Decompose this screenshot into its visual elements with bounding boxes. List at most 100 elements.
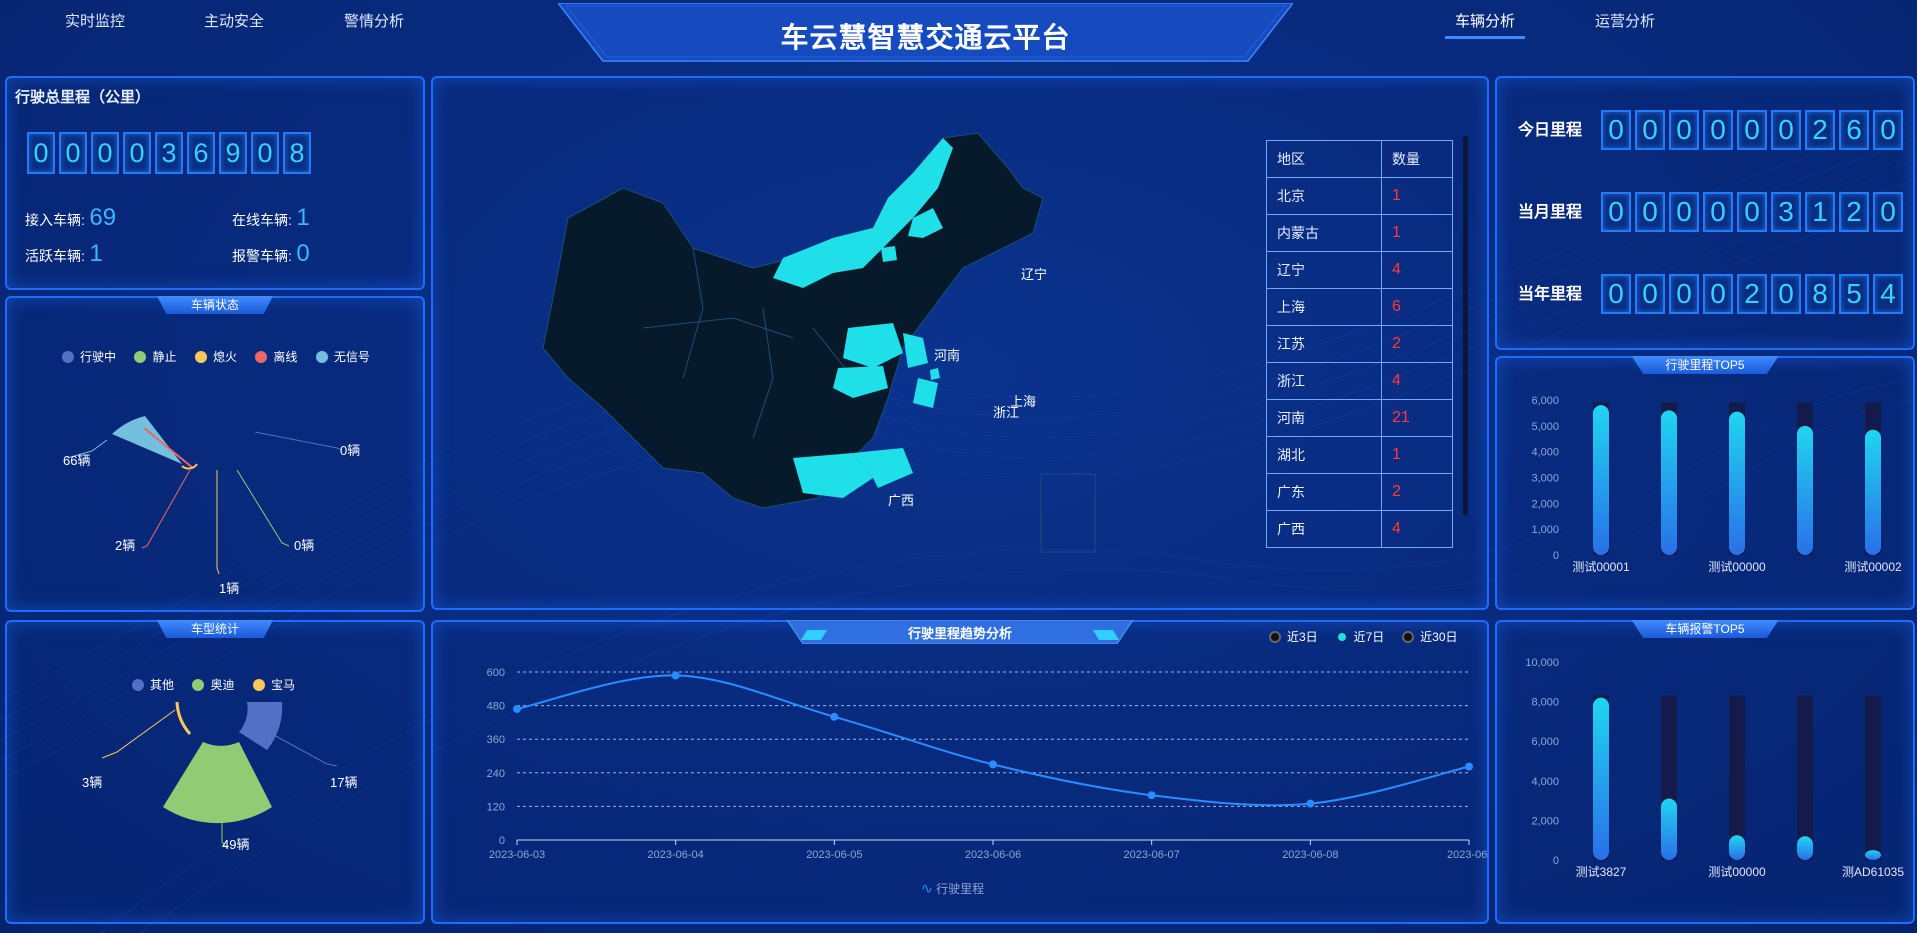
data-point[interactable] bbox=[1147, 791, 1156, 800]
bar[interactable] bbox=[1797, 836, 1813, 860]
year-mileage-label: 当年里程 bbox=[1518, 286, 1583, 303]
x-tick-label: 2023-06-08 bbox=[1282, 849, 1338, 861]
legend-item[interactable]: 熄火 bbox=[194, 348, 237, 365]
digit: 2 bbox=[1805, 110, 1835, 150]
y-tick-label: 240 bbox=[487, 768, 505, 780]
trend-legend[interactable]: ∿ 行驶里程 bbox=[921, 880, 984, 897]
bar[interactable] bbox=[1729, 411, 1745, 555]
legend-item[interactable]: 无信号 bbox=[315, 348, 370, 365]
mileage-top5-chart: 6,000 5,000 4,000 3,000 2,000 1,000 0 测试00001 测试… bbox=[1531, 395, 1902, 574]
table-cell-region: 江苏 bbox=[1266, 325, 1382, 363]
legend-item[interactable]: 奥迪 bbox=[192, 676, 234, 693]
digit: 3 bbox=[1771, 192, 1801, 232]
table-row[interactable]: 广西 4 bbox=[1266, 510, 1453, 548]
map-base-region bbox=[542, 132, 1044, 509]
y-tick-label: 6,000 bbox=[1531, 395, 1559, 407]
table-cell-region: 广西 bbox=[1266, 510, 1382, 548]
nav-operation-analysis[interactable]: 运营分析 bbox=[1595, 10, 1655, 31]
table-cell-region: 湖北 bbox=[1266, 436, 1382, 474]
total-mileage-title: 行驶总里程（公里） bbox=[15, 89, 151, 106]
vehicle-status-title: 车辆状态 bbox=[156, 296, 274, 314]
legend-dot bbox=[192, 678, 205, 691]
table-row[interactable]: 北京 1 bbox=[1266, 177, 1453, 215]
rose-slice-no-signal bbox=[112, 416, 182, 464]
driving-count: 0辆 bbox=[340, 443, 361, 458]
map-label-zhejiang: 浙江 bbox=[993, 405, 1020, 420]
data-point[interactable] bbox=[671, 671, 680, 680]
digit: 0 bbox=[1635, 110, 1665, 150]
vehicle-status-legend: 行驶中 静止 熄火 离线 无信号 bbox=[62, 348, 384, 368]
active-value: 1 bbox=[89, 240, 103, 267]
bar[interactable] bbox=[1661, 798, 1677, 860]
legend-item[interactable]: 其他 bbox=[132, 676, 174, 693]
y-tick-label: 0 bbox=[1553, 550, 1559, 562]
table-row[interactable]: 江苏 2 bbox=[1266, 325, 1453, 363]
data-point[interactable] bbox=[1306, 799, 1315, 808]
digit: 0 bbox=[1669, 192, 1699, 232]
table-row[interactable]: 辽宁 4 bbox=[1266, 251, 1453, 289]
data-point[interactable] bbox=[513, 704, 521, 713]
table-cell-region: 上海 bbox=[1266, 288, 1382, 326]
bar-background bbox=[1797, 695, 1813, 860]
bar[interactable] bbox=[1593, 405, 1609, 555]
table-cell-region: 辽宁 bbox=[1266, 251, 1382, 289]
table-cell-count: 1 bbox=[1381, 436, 1453, 474]
data-point[interactable] bbox=[1465, 762, 1473, 771]
table-row[interactable]: 浙江 4 bbox=[1266, 362, 1453, 400]
offline-count: 2辆 bbox=[115, 538, 136, 553]
active-label: 活跃车辆: bbox=[25, 248, 85, 264]
table-row[interactable]: 湖北 1 bbox=[1266, 436, 1453, 474]
digit: 2 bbox=[1737, 274, 1767, 314]
table-row[interactable]: 上海 6 bbox=[1266, 288, 1453, 326]
table-scrollbar[interactable] bbox=[1463, 136, 1468, 516]
table-row[interactable]: 广东 2 bbox=[1266, 473, 1453, 511]
y-tick-label: 360 bbox=[487, 734, 505, 746]
today-mileage-counter: 0 0 0 0 0 0 2 6 0 bbox=[1601, 110, 1903, 150]
y-tick-label: 6,000 bbox=[1531, 736, 1559, 748]
table-cell-count: 1 bbox=[1381, 177, 1453, 215]
data-point[interactable] bbox=[989, 760, 997, 769]
digit: 0 bbox=[91, 132, 119, 174]
legend-item[interactable]: 离线 bbox=[255, 348, 297, 365]
bar[interactable] bbox=[1661, 410, 1677, 555]
legend-item[interactable]: 宝马 bbox=[252, 676, 295, 693]
nav-realtime-monitor[interactable]: 实时监控 bbox=[65, 10, 125, 31]
legend-dot bbox=[315, 350, 328, 363]
connected-label: 接入车辆: bbox=[25, 212, 85, 228]
bar[interactable] bbox=[1593, 697, 1609, 860]
bar[interactable] bbox=[1729, 835, 1745, 860]
south-china-sea-inset bbox=[1040, 473, 1096, 553]
bar[interactable] bbox=[1865, 429, 1881, 555]
table-cell-count: 4 bbox=[1381, 362, 1453, 400]
nav-vehicle-analysis[interactable]: 车辆分析 bbox=[1444, 10, 1526, 39]
table-row[interactable]: 内蒙古 1 bbox=[1266, 214, 1453, 252]
alarm-top5-panel: 车辆报警TOP5 10,000 8,000 6,000 4,000 2,000 0 测试38… bbox=[1495, 620, 1915, 924]
digit: 0 bbox=[1601, 110, 1631, 150]
online-vehicles-stat: 在线车辆: 1 bbox=[232, 204, 310, 232]
x-tick-label: 2023-06-06 bbox=[965, 849, 1021, 861]
x-tick-label: 2023-06-05 bbox=[806, 849, 862, 861]
map-label-liaoning: 辽宁 bbox=[1021, 267, 1048, 282]
nav-active-safety[interactable]: 主动安全 bbox=[204, 10, 264, 31]
bar[interactable] bbox=[1865, 850, 1881, 860]
nav-alarm-analysis[interactable]: 警情分析 bbox=[344, 10, 404, 31]
bar[interactable] bbox=[1797, 425, 1813, 555]
digit: 1 bbox=[1805, 192, 1835, 232]
today-mileage-label: 今日里程 bbox=[1518, 122, 1583, 139]
digit: 0 bbox=[1635, 192, 1665, 232]
rose-slice-bmw bbox=[175, 701, 192, 735]
y-tick-label: 480 bbox=[487, 701, 505, 713]
alarm-value: 0 bbox=[296, 240, 310, 267]
legend-dot bbox=[252, 678, 265, 691]
legend-item[interactable]: 行驶中 bbox=[62, 348, 116, 365]
legend-item[interactable]: 静止 bbox=[134, 348, 176, 365]
table-cell-count: 6 bbox=[1381, 288, 1453, 326]
line-legend-icon: ∿ bbox=[921, 880, 933, 896]
data-point[interactable] bbox=[830, 712, 839, 721]
digit: 0 bbox=[59, 132, 87, 174]
table-row[interactable]: 河南 21 bbox=[1266, 399, 1453, 437]
digit: 9 bbox=[219, 132, 247, 174]
table-cell-count: 2 bbox=[1381, 325, 1453, 363]
x-tick-label: 2023-06-07 bbox=[1124, 849, 1180, 861]
legend-label: 无信号 bbox=[333, 350, 370, 364]
